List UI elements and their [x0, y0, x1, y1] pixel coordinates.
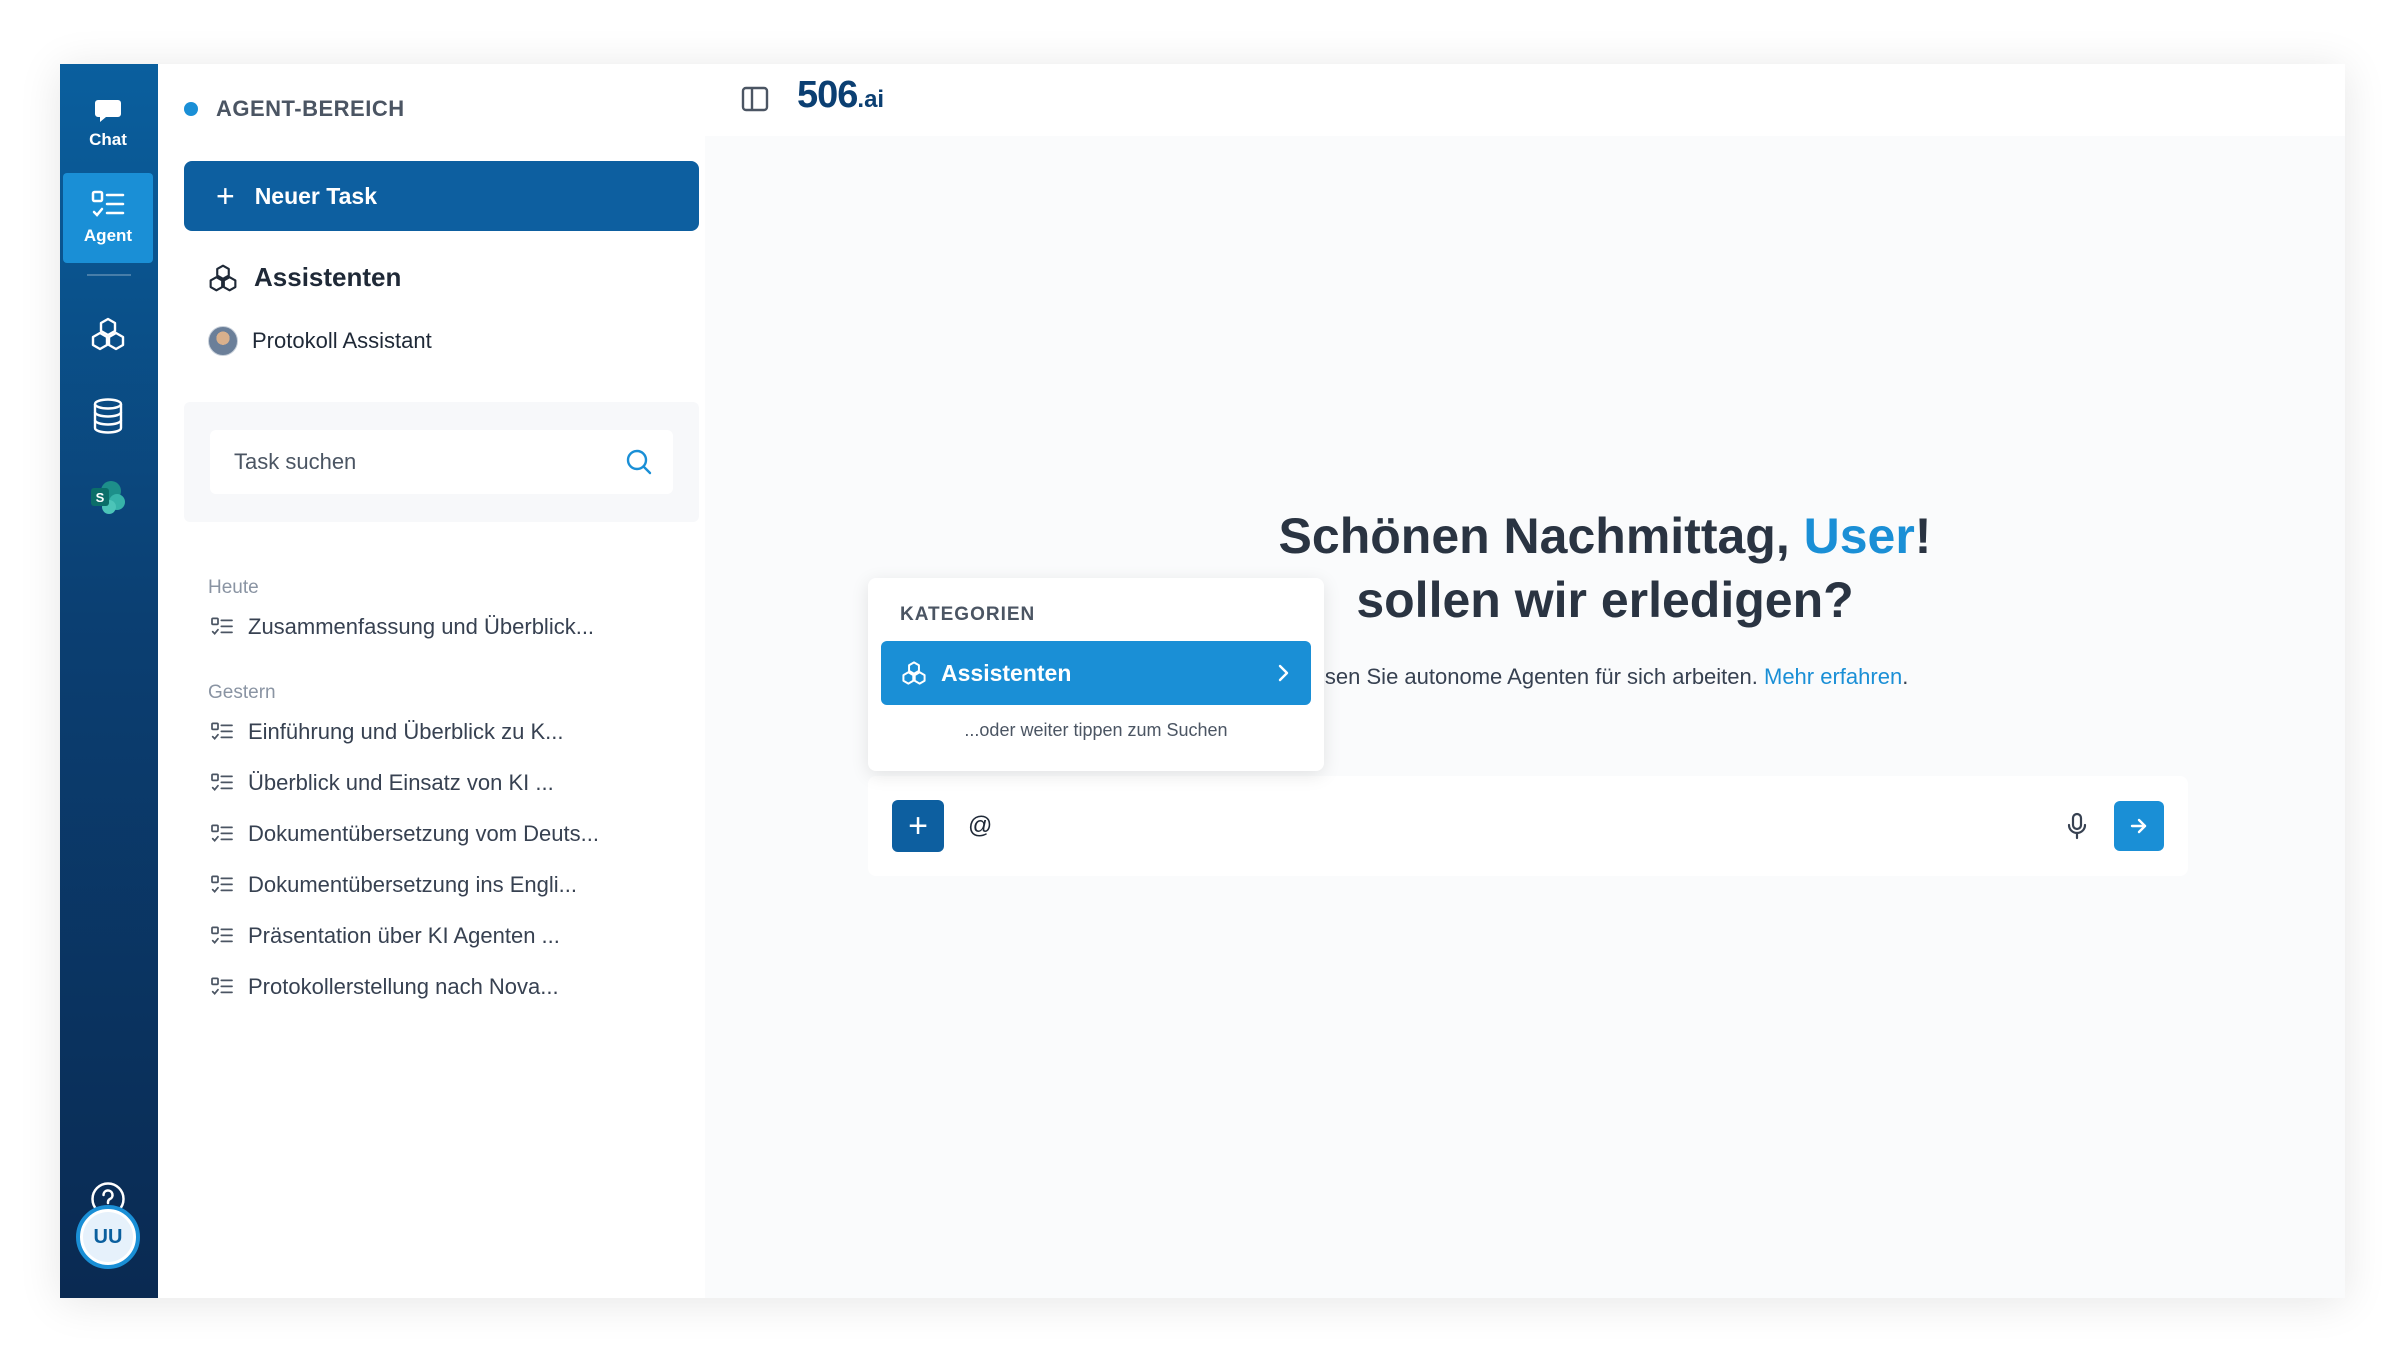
- microphone-icon[interactable]: [2066, 812, 2088, 840]
- status-dot: [184, 102, 198, 116]
- database-icon: [93, 398, 123, 434]
- task-item[interactable]: Dokumentübersetzung ins Engli...: [210, 872, 680, 898]
- cubes-icon: [902, 661, 926, 685]
- greeting-suffix: !: [1914, 508, 1932, 564]
- assistants-heading[interactable]: Assistenten: [208, 262, 401, 293]
- subline-text: assen Sie autonome Agenten für sich arbe…: [1301, 664, 1764, 689]
- greeting-line-1: Schönen Nachmittag, User!: [1105, 504, 2105, 568]
- learn-more-link[interactable]: Mehr erfahren: [1764, 664, 1902, 689]
- user-avatar[interactable]: UU: [76, 1205, 140, 1269]
- logo-main: 506: [797, 74, 858, 116]
- new-task-label: Neuer Task: [254, 182, 377, 209]
- app-window: Chat Agent S UU AGENT-BEREICH + Neuer Ta…: [60, 64, 2345, 1298]
- greeting-prefix: Schönen Nachmittag,: [1278, 508, 1804, 564]
- task-item[interactable]: Dokumentübersetzung vom Deuts...: [210, 821, 680, 847]
- agent-sidebar: AGENT-BEREICH + Neuer Task Assistenten P…: [158, 64, 705, 1298]
- new-task-button[interactable]: + Neuer Task: [184, 161, 699, 231]
- assistant-item[interactable]: Protokoll Assistant: [208, 326, 432, 356]
- message-input[interactable]: @: [968, 812, 2066, 840]
- task-item[interactable]: Einführung und Überblick zu K...: [210, 719, 680, 745]
- task-label: Zusammenfassung und Überblick...: [248, 614, 595, 639]
- task-list-icon: [211, 773, 233, 791]
- area-title: AGENT-BEREICH: [216, 96, 405, 121]
- search-icon[interactable]: [625, 448, 653, 476]
- sidebar-toggle-icon[interactable]: [740, 84, 770, 114]
- task-label: Überblick und Einsatz von KI ...: [248, 770, 554, 795]
- task-item[interactable]: Zusammenfassung und Überblick...: [210, 614, 680, 640]
- group-label-yesterday: Gestern: [208, 682, 276, 703]
- task-search-input[interactable]: [234, 449, 625, 475]
- cubes-icon: [209, 264, 237, 291]
- chevron-right-icon: [1278, 664, 1289, 682]
- icon-rail: Chat Agent S UU: [60, 64, 158, 1298]
- subline-end: .: [1902, 664, 1909, 689]
- brand-logo: 506.ai: [797, 74, 884, 117]
- rail-sharepoint[interactable]: S: [63, 468, 153, 528]
- task-item[interactable]: Präsentation über KI Agenten ...: [210, 923, 680, 949]
- task-list-icon: [211, 722, 233, 740]
- top-bar: 506.ai: [705, 64, 2345, 136]
- task-label: Protokollerstellung nach Nova...: [248, 974, 559, 999]
- area-header: AGENT-BEREICH: [184, 96, 405, 122]
- cubes-icon: [91, 317, 125, 351]
- task-list-icon: [211, 926, 233, 944]
- assistants-heading-label: Assistenten: [254, 262, 402, 292]
- chat-bubble-icon: [95, 100, 121, 122]
- main-area: 506.ai Schönen Nachmittag, User! sollen …: [705, 64, 2345, 1298]
- rail-agent[interactable]: Agent: [63, 173, 153, 263]
- search-panel: [184, 402, 699, 522]
- arrow-right-icon: [2130, 818, 2147, 834]
- task-label: Einführung und Überblick zu K...: [248, 719, 564, 744]
- task-list-icon: [91, 190, 125, 217]
- rail-assistants[interactable]: [63, 304, 153, 364]
- rail-divider: [87, 274, 131, 276]
- message-composer: + @: [868, 776, 2188, 876]
- svg-text:S: S: [96, 490, 105, 505]
- task-label: Dokumentübersetzung vom Deuts...: [248, 821, 599, 846]
- category-option-assistants[interactable]: Assistenten: [881, 641, 1311, 705]
- task-item[interactable]: Überblick und Einsatz von KI ...: [210, 770, 680, 796]
- rail-agent-label: Agent: [83, 226, 133, 245]
- task-label: Dokumentübersetzung ins Engli...: [248, 872, 577, 897]
- group-label-today: Heute: [208, 577, 259, 598]
- task-label: Präsentation über KI Agenten ...: [248, 923, 560, 948]
- rail-chat[interactable]: Chat: [63, 82, 153, 166]
- add-attachment-button[interactable]: +: [892, 800, 944, 852]
- assistant-avatar: [208, 326, 238, 356]
- send-button[interactable]: [2114, 801, 2164, 851]
- rail-database[interactable]: [63, 386, 153, 446]
- task-list-icon: [211, 977, 233, 995]
- category-option-label: Assistenten: [941, 659, 1072, 686]
- rail-chat-label: Chat: [89, 130, 127, 149]
- mention-popover: KATEGORIEN Assistenten ...oder weiter ti…: [868, 578, 1324, 771]
- logo-suffix: .ai: [857, 86, 885, 113]
- plus-icon: +: [908, 807, 928, 845]
- task-list-icon: [211, 875, 233, 893]
- task-list-icon: [211, 617, 233, 635]
- task-list-icon: [211, 824, 233, 842]
- popover-heading: KATEGORIEN: [900, 604, 1036, 625]
- search-box: [210, 430, 673, 494]
- assistant-label: Protokoll Assistant: [252, 328, 432, 353]
- task-item[interactable]: Protokollerstellung nach Nova...: [210, 974, 680, 1000]
- popover-hint: ...oder weiter tippen zum Suchen: [964, 720, 1228, 740]
- greeting-user: User: [1803, 508, 1915, 564]
- sharepoint-icon: S: [91, 481, 125, 514]
- plus-icon: +: [216, 178, 235, 214]
